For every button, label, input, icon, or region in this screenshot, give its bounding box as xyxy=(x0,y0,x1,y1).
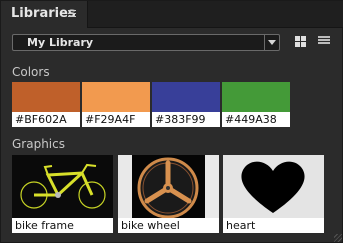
graphic-tile-bike-frame[interactable]: bike frame xyxy=(12,155,113,233)
swatch-label: #F29A4F xyxy=(82,112,150,127)
panel-menu-icon[interactable] xyxy=(68,10,76,18)
swatch-color xyxy=(12,82,80,112)
library-dropdown[interactable]: My Library xyxy=(12,34,280,51)
swatch-color xyxy=(82,82,150,112)
heart-shape xyxy=(223,155,324,218)
color-swatch-2[interactable]: #F29A4F xyxy=(82,82,150,127)
graphic-label: heart xyxy=(223,218,324,233)
swatch-color xyxy=(152,82,220,112)
tab-title: Libraries xyxy=(11,6,76,21)
library-dropdown-value: My Library xyxy=(27,36,94,49)
graphic-label: bike frame xyxy=(12,218,113,233)
swatch-label: #BF602A xyxy=(12,112,80,127)
color-swatch-3[interactable]: #383F99 xyxy=(152,82,220,127)
chevron-down-icon[interactable] xyxy=(264,35,279,50)
graphics-section-title: Graphics xyxy=(12,137,65,151)
graphic-label: bike wheel xyxy=(118,218,219,233)
panel-header: Libraries xyxy=(1,1,343,28)
swatch-label: #449A38 xyxy=(222,112,290,127)
graphic-tile-heart[interactable]: heart xyxy=(223,155,324,233)
bike-frame-image xyxy=(12,155,113,218)
tab-libraries[interactable]: Libraries xyxy=(1,1,88,28)
resize-grip[interactable] xyxy=(334,234,342,242)
swatch-color xyxy=(222,82,290,112)
graphic-tile-bike-wheel[interactable]: bike wheel xyxy=(118,155,219,233)
grid-view-icon[interactable] xyxy=(295,36,306,47)
list-view-icon[interactable] xyxy=(318,36,330,47)
color-swatch-1[interactable]: #BF602A xyxy=(12,82,80,127)
swatch-label: #383F99 xyxy=(152,112,220,127)
bike-wheel-image xyxy=(118,155,219,218)
libraries-panel: Libraries My Library Colors #BF602A #F29… xyxy=(0,0,343,243)
color-swatch-4[interactable]: #449A38 xyxy=(222,82,290,127)
colors-section-title: Colors xyxy=(12,65,50,79)
